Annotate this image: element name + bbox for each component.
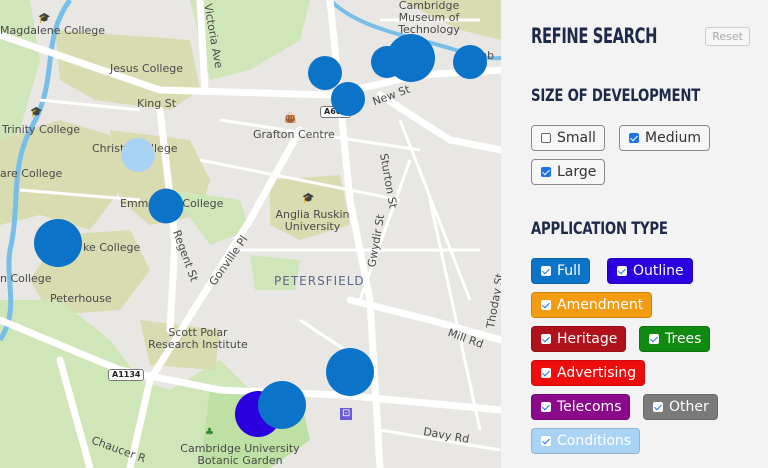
checkbox[interactable] xyxy=(629,133,639,143)
application-marker[interactable] xyxy=(258,381,306,429)
size-option-label: Small xyxy=(557,130,596,146)
map-label: Scott Polar Research Institute xyxy=(148,326,248,351)
type-option-label: Outline xyxy=(633,263,684,279)
size-option-2[interactable]: Large xyxy=(531,159,606,185)
checkbox[interactable] xyxy=(541,402,551,412)
type-option-8[interactable]: Conditions xyxy=(531,428,641,454)
application-marker[interactable] xyxy=(331,82,365,116)
map-label: Anglia Ruskin University xyxy=(275,208,350,233)
type-option-label: Conditions xyxy=(557,433,632,449)
type-option-4[interactable]: Trees xyxy=(639,326,711,352)
map-label: Cambridge University Botanic Garden xyxy=(180,442,300,467)
application-marker[interactable] xyxy=(121,138,155,172)
map-label: Cambridge Museum of Technology xyxy=(398,0,460,36)
college-icon: 🎓 xyxy=(302,193,315,204)
type-option-label: Other xyxy=(669,399,709,415)
type-option-label: Advertising xyxy=(557,365,637,381)
checkbox[interactable] xyxy=(653,402,663,412)
type-option-1[interactable]: Outline xyxy=(607,258,693,284)
train-station-icon: ⊡ xyxy=(340,408,353,420)
size-heading: SIZE OF DEVELOPMENT xyxy=(531,86,701,106)
type-heading: APPLICATION TYPE xyxy=(531,219,668,239)
reset-button[interactable]: Reset xyxy=(705,27,750,46)
size-option-label: Large xyxy=(557,164,597,180)
size-option-label: Medium xyxy=(645,130,701,146)
application-marker[interactable] xyxy=(34,219,82,267)
type-option-3[interactable]: Heritage xyxy=(531,326,627,352)
checkbox[interactable] xyxy=(649,334,659,344)
panel-title: REFINE SEARCH xyxy=(531,24,658,48)
refine-panel: REFINE SEARCH Reset SIZE OF DEVELOPMENT … xyxy=(501,0,768,468)
map-label: Peterhouse xyxy=(50,292,112,305)
map-label: Jesus College xyxy=(110,62,183,75)
size-option-0[interactable]: Small xyxy=(531,125,605,151)
type-option-7[interactable]: Other xyxy=(643,394,718,420)
map-label: Grafton Centre xyxy=(253,128,335,141)
map-label: Trinity College xyxy=(2,123,81,136)
size-option-1[interactable]: Medium xyxy=(619,125,710,151)
shopping-icon: 👜 xyxy=(284,113,297,124)
checkbox[interactable] xyxy=(541,334,551,344)
type-option-label: Trees xyxy=(665,331,702,347)
checkbox[interactable] xyxy=(617,266,627,276)
college-icon: 🎓 xyxy=(38,13,51,24)
type-option-label: Heritage xyxy=(557,331,618,347)
checkbox[interactable] xyxy=(541,133,551,143)
map-label: n College xyxy=(0,272,52,285)
type-option-2[interactable]: Amendment xyxy=(531,292,653,318)
map-label: are College xyxy=(0,167,63,180)
map-label: King St xyxy=(137,97,177,110)
type-option-0[interactable]: Full xyxy=(531,258,590,284)
type-option-label: Amendment xyxy=(557,297,644,313)
road-shield: A1134 xyxy=(108,369,145,381)
type-option-label: Full xyxy=(557,263,581,279)
map[interactable]: Magdalene College Jesus College King St … xyxy=(0,0,501,468)
map-label: ke College xyxy=(83,241,141,254)
type-option-6[interactable]: Telecoms xyxy=(531,394,631,420)
checkbox[interactable] xyxy=(541,368,551,378)
type-option-5[interactable]: Advertising xyxy=(531,360,646,386)
checkbox[interactable] xyxy=(541,266,551,276)
checkbox[interactable] xyxy=(541,300,551,310)
map-label: PETERSFIELD xyxy=(274,274,365,288)
application-marker[interactable] xyxy=(387,34,435,82)
application-marker[interactable] xyxy=(453,45,487,79)
garden-icon: ♣ xyxy=(205,427,214,438)
checkbox[interactable] xyxy=(541,436,551,446)
college-icon: 🎓 xyxy=(30,107,43,118)
map-label: Magdalene College xyxy=(0,24,106,37)
application-marker[interactable] xyxy=(148,188,184,224)
checkbox[interactable] xyxy=(541,167,551,177)
application-marker[interactable] xyxy=(326,348,374,396)
type-option-label: Telecoms xyxy=(557,399,622,415)
